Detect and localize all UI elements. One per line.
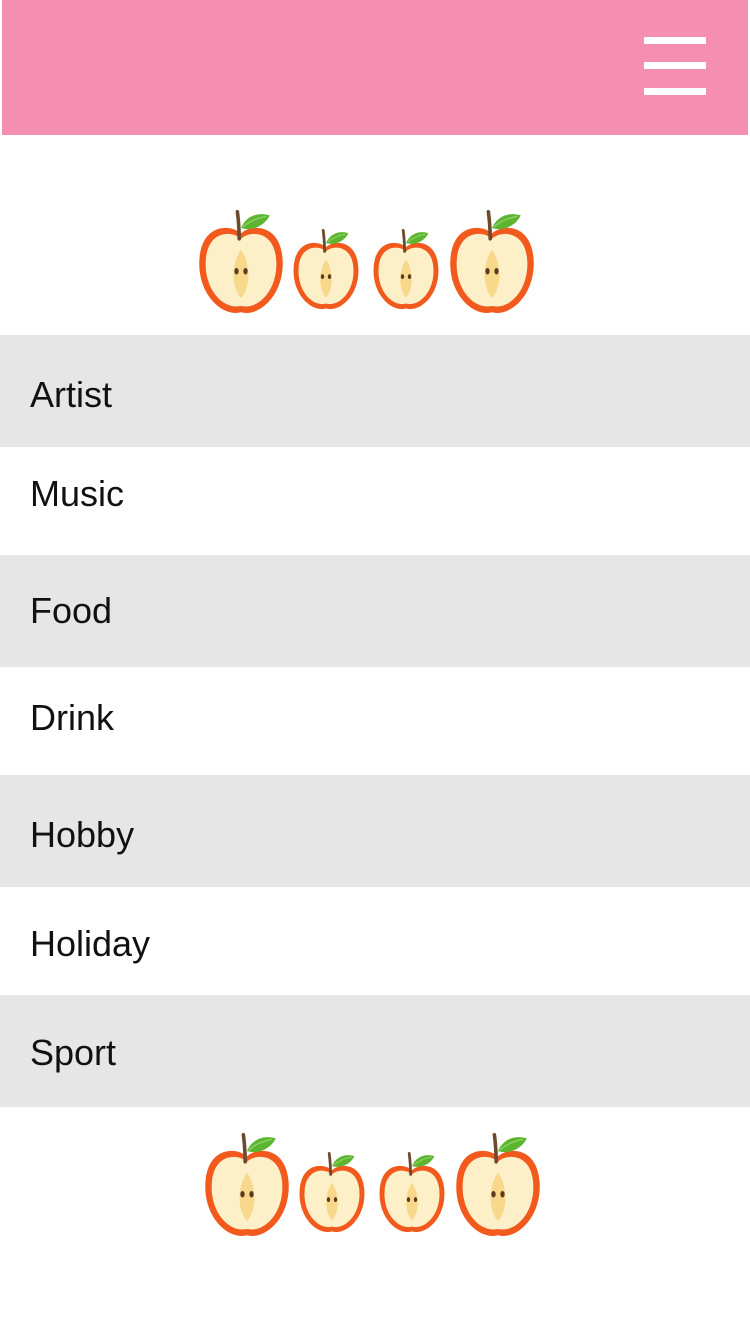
menu-item-holiday[interactable]: Holiday bbox=[0, 887, 750, 995]
hamburger-menu-icon-line bbox=[644, 62, 706, 69]
menu-item-artist[interactable]: Artist bbox=[0, 335, 750, 447]
hamburger-menu-button[interactable] bbox=[642, 36, 706, 100]
apple-half-icon bbox=[372, 229, 440, 311]
menu-item-label: Sport bbox=[30, 1032, 117, 1073]
apple-decoration-bottom bbox=[0, 1131, 750, 1241]
menu-item-label: Holiday bbox=[30, 923, 151, 964]
menu-item-label: Hobby bbox=[30, 814, 135, 855]
hamburger-menu-icon-line bbox=[644, 88, 706, 95]
apple-half-icon bbox=[203, 1133, 291, 1238]
menu-item-label: Food bbox=[30, 590, 113, 631]
menu-item-label: Music bbox=[30, 473, 125, 514]
apple-half-icon bbox=[378, 1152, 446, 1234]
menu-item-drink[interactable]: Drink bbox=[0, 667, 750, 775]
apple-half-icon bbox=[298, 1152, 366, 1234]
apple-decoration-top bbox=[0, 208, 750, 318]
apple-half-icon bbox=[448, 210, 536, 315]
hamburger-menu-icon-line bbox=[644, 37, 706, 44]
apple-half-icon bbox=[292, 229, 360, 311]
menu-item-music[interactable]: Music bbox=[0, 447, 750, 555]
menu-item-label: Drink bbox=[30, 697, 115, 738]
menu-item-sport[interactable]: Sport bbox=[0, 995, 750, 1107]
menu-item-hobby[interactable]: Hobby bbox=[0, 775, 750, 887]
apple-half-icon bbox=[197, 210, 285, 315]
header-bar bbox=[2, 0, 748, 135]
menu-item-label: Artist bbox=[30, 374, 113, 415]
menu-item-food[interactable]: Food bbox=[0, 555, 750, 667]
apple-half-icon bbox=[454, 1133, 542, 1238]
